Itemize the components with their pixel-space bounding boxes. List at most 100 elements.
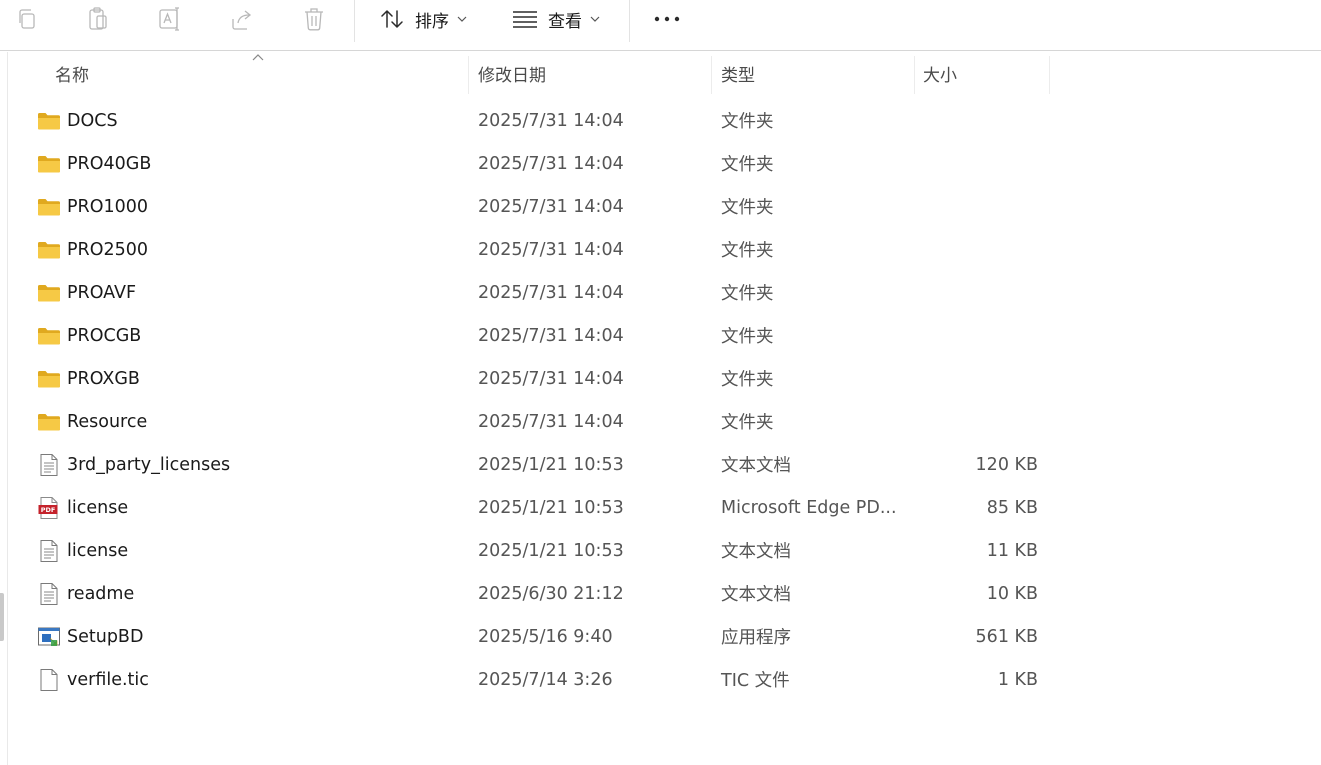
sort-button[interactable]: 排序 bbox=[379, 4, 467, 34]
file-modified-date: 2025/7/31 14:04 bbox=[478, 368, 624, 389]
file-row[interactable]: readme 2025/6/30 21:12 文本文档 10 KB bbox=[9, 572, 1049, 615]
column-header-size-label: 大小 bbox=[923, 65, 957, 86]
column-divider[interactable] bbox=[1049, 56, 1050, 94]
file-name: Resource bbox=[67, 411, 148, 432]
command-bar: 排序 查看 bbox=[0, 0, 1321, 51]
file-type: Microsoft Edge PD... bbox=[721, 497, 897, 518]
file-row[interactable]: Resource 2025/7/31 14:04 文件夹 bbox=[9, 400, 1049, 443]
file-type: 文件夹 bbox=[721, 198, 774, 218]
toolbar-divider bbox=[354, 0, 355, 42]
delete-icon[interactable] bbox=[299, 4, 329, 34]
file-type: 文本文档 bbox=[721, 542, 791, 562]
file-row[interactable]: verfile.tic 2025/7/14 3:26 TIC 文件 1 KB bbox=[9, 658, 1049, 701]
svg-text:PDF: PDF bbox=[41, 506, 56, 514]
copy-icon[interactable] bbox=[12, 4, 42, 34]
file-name-cell[interactable]: SetupBD bbox=[37, 615, 143, 658]
column-divider[interactable] bbox=[468, 56, 469, 94]
file-row[interactable]: PROXGB 2025/7/31 14:04 文件夹 bbox=[9, 357, 1049, 400]
column-header-name[interactable]: 名称 bbox=[55, 52, 89, 94]
column-header-type[interactable]: 类型 bbox=[721, 52, 755, 94]
column-header-size[interactable]: 大小 bbox=[923, 52, 957, 94]
column-header-type-label: 类型 bbox=[721, 65, 755, 86]
paste-icon[interactable] bbox=[83, 4, 113, 34]
list-view-icon bbox=[512, 10, 538, 28]
more-options-button[interactable] bbox=[654, 4, 680, 34]
folder-icon bbox=[37, 281, 61, 305]
file-row[interactable]: DOCS 2025/7/31 14:04 文件夹 bbox=[9, 99, 1049, 142]
column-header-modified[interactable]: 修改日期 bbox=[478, 52, 546, 94]
file-name: PRO40GB bbox=[67, 153, 152, 174]
view-button[interactable]: 查看 bbox=[512, 4, 600, 34]
file-row[interactable]: license 2025/1/21 10:53 文本文档 11 KB bbox=[9, 529, 1049, 572]
file-name-cell[interactable]: PROXGB bbox=[37, 357, 140, 400]
file-row[interactable]: PROCGB 2025/7/31 14:04 文件夹 bbox=[9, 314, 1049, 357]
file-name-cell[interactable]: PROAVF bbox=[37, 271, 136, 314]
folder-icon bbox=[37, 152, 61, 176]
file-name-cell[interactable]: PRO2500 bbox=[37, 228, 148, 271]
file-name-cell[interactable]: PRO1000 bbox=[37, 185, 148, 228]
file-size bbox=[914, 271, 1038, 314]
file-type: 文件夹 bbox=[721, 327, 774, 347]
file-name: verfile.tic bbox=[67, 669, 149, 690]
file-name: license bbox=[67, 497, 129, 518]
text-document-icon bbox=[37, 453, 61, 477]
file-modified-date: 2025/7/31 14:04 bbox=[478, 110, 624, 131]
file-size bbox=[914, 314, 1038, 357]
file-name-cell[interactable]: PRO40GB bbox=[37, 142, 151, 185]
file-row[interactable]: PRO2500 2025/7/31 14:04 文件夹 bbox=[9, 228, 1049, 271]
file-name-cell[interactable]: DOCS bbox=[37, 99, 118, 142]
column-divider[interactable] bbox=[711, 56, 712, 94]
file-name-cell[interactable]: verfile.tic bbox=[37, 658, 149, 701]
file-name-cell[interactable]: readme bbox=[37, 572, 134, 615]
sort-ascending-icon bbox=[252, 54, 264, 61]
text-document-icon bbox=[37, 539, 61, 563]
file-modified-date: 2025/7/31 14:04 bbox=[478, 196, 624, 217]
file-size: 10 KB bbox=[986, 583, 1038, 604]
sort-icon bbox=[379, 8, 405, 30]
navigation-pane-edge bbox=[0, 52, 8, 765]
file-type: 文件夹 bbox=[721, 155, 774, 175]
file-name: SetupBD bbox=[67, 626, 144, 647]
file-type: 文件夹 bbox=[721, 112, 774, 132]
file-type: 文件夹 bbox=[721, 284, 774, 304]
file-size: 1 KB bbox=[997, 669, 1038, 690]
file-name: readme bbox=[67, 583, 135, 604]
file-type: 文本文档 bbox=[721, 456, 791, 476]
more-icon bbox=[654, 16, 680, 22]
file-modified-date: 2025/1/21 10:53 bbox=[478, 540, 624, 561]
file-type: 文件夹 bbox=[721, 370, 774, 390]
file-size bbox=[914, 142, 1038, 185]
file-row[interactable]: PDF license 2025/1/21 10:53 Microsoft Edge… bbox=[9, 486, 1049, 529]
navigation-scrollbar-thumb[interactable] bbox=[0, 593, 4, 641]
file-size bbox=[914, 185, 1038, 228]
file-name-cell[interactable]: PROCGB bbox=[37, 314, 141, 357]
file-name: PROCGB bbox=[67, 325, 142, 346]
share-icon[interactable] bbox=[227, 4, 257, 34]
file-name: 3rd_party_licenses bbox=[67, 454, 231, 475]
file-name-cell[interactable]: PDF license bbox=[37, 486, 128, 529]
file-name-cell[interactable]: license bbox=[37, 529, 128, 572]
file-row[interactable]: PRO1000 2025/7/31 14:04 文件夹 bbox=[9, 185, 1049, 228]
column-header-name-label: 名称 bbox=[55, 65, 89, 86]
file-size: 561 KB bbox=[975, 626, 1038, 647]
folder-icon bbox=[37, 367, 61, 391]
file-modified-date: 2025/1/21 10:53 bbox=[478, 497, 624, 518]
file-list: DOCS 2025/7/31 14:04 文件夹 PRO40GB 2025/7/31 … bbox=[9, 99, 1321, 701]
file-name-cell[interactable]: Resource bbox=[37, 400, 147, 443]
file-row[interactable]: PROAVF 2025/7/31 14:04 文件夹 bbox=[9, 271, 1049, 314]
file-type: 文本文档 bbox=[721, 585, 791, 605]
file-row[interactable]: PRO40GB 2025/7/31 14:04 文件夹 bbox=[9, 142, 1049, 185]
file-row[interactable]: 3rd_party_licenses 2025/1/21 10:53 文本文档 120… bbox=[9, 443, 1049, 486]
file-type: 应用程序 bbox=[721, 628, 791, 648]
folder-icon bbox=[37, 238, 61, 262]
file-type: 文件夹 bbox=[721, 413, 774, 433]
file-row[interactable]: SetupBD 2025/5/16 9:40 应用程序 561 KB bbox=[9, 615, 1049, 658]
file-name: license bbox=[67, 540, 129, 561]
folder-icon bbox=[37, 324, 61, 348]
column-divider[interactable] bbox=[914, 56, 915, 94]
rename-icon[interactable] bbox=[155, 4, 185, 34]
view-label: 查看 bbox=[548, 11, 582, 32]
file-name-cell[interactable]: 3rd_party_licenses bbox=[37, 443, 230, 486]
folder-icon bbox=[37, 109, 61, 133]
chevron-down-icon bbox=[457, 16, 467, 22]
